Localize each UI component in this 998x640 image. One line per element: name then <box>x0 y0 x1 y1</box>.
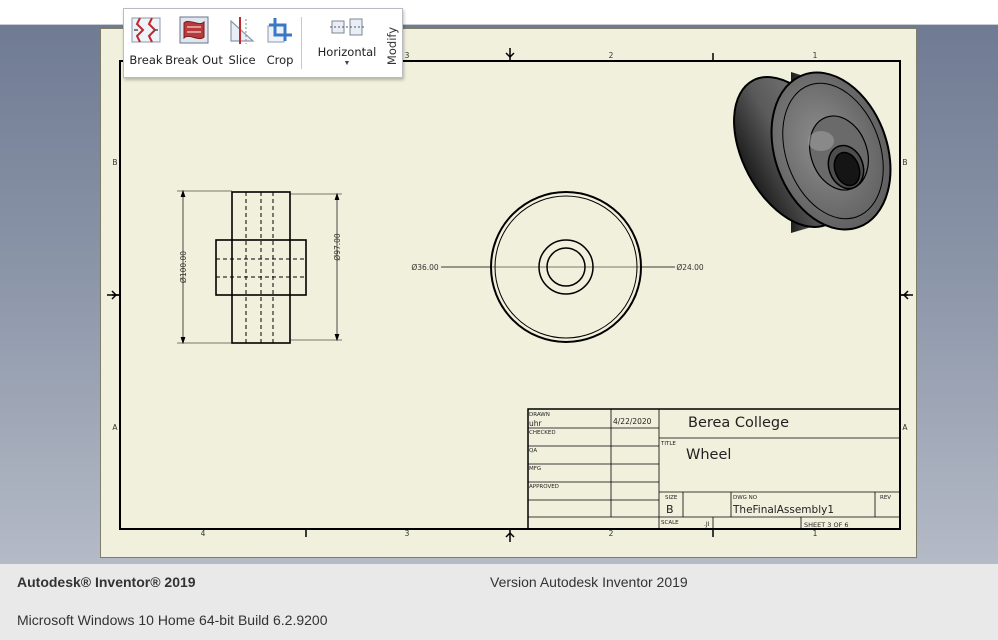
break-icon <box>131 17 161 43</box>
dwg-no-value: TheFinalAssembly1 <box>732 504 834 516</box>
zone-label-bottom: 2 <box>609 529 614 538</box>
front-view[interactable] <box>441 191 675 343</box>
modify-toolbar: Break Break Out Slice Crop Horizontal ▼ … <box>123 8 403 78</box>
os-info: Microsoft Windows 10 Home 64-bit Build 6… <box>17 612 328 628</box>
modify-label: Modify <box>385 26 399 66</box>
zone-row-label: B <box>112 158 117 167</box>
dimension-front-right: Ø24.00 <box>676 263 704 272</box>
zone-label-bottom: 4 <box>201 529 206 538</box>
chevron-down-icon[interactable]: ▼ <box>344 60 351 67</box>
drawing-title: Wheel <box>686 447 731 463</box>
isometric-view[interactable] <box>711 56 912 247</box>
break-out-icon <box>179 16 209 44</box>
zone-row-label: A <box>902 423 908 432</box>
scale-mark: .JI <box>704 521 710 528</box>
drawn-label: DRAWN <box>529 412 550 418</box>
title-label: TITLE <box>660 441 676 447</box>
drawing-svg: 3 2 1 4 3 2 1 B A B A Ø100.00 Ø97.00 Ø36… <box>107 48 913 542</box>
zone-label-bottom: 3 <box>405 529 410 538</box>
break-out-label: Break Out <box>165 53 223 67</box>
drawn-by-value: uhr <box>529 419 543 428</box>
zone-row-label: B <box>902 158 907 167</box>
size-label: SIZE <box>665 495 678 501</box>
crop-label: Crop <box>266 53 294 67</box>
approved-label: APPROVED <box>529 484 559 490</box>
slice-label: Slice <box>228 53 256 67</box>
dimension-side-right: Ø97.00 <box>333 233 342 261</box>
version-text: Version Autodesk Inventor 2019 <box>490 574 688 590</box>
slice-icon <box>230 17 255 44</box>
dwg-no-label: DWG NO <box>733 495 758 501</box>
zone-label-top: 1 <box>813 51 818 60</box>
modify-panel-label: Modify <box>384 19 399 75</box>
crop-button[interactable]: Crop <box>263 15 297 75</box>
drawing-sheet[interactable]: 3 2 1 4 3 2 1 B A B A Ø100.00 Ø97.00 Ø36… <box>100 28 917 558</box>
sheet-number: SHEET 3 OF 6 <box>804 521 849 529</box>
slice-button[interactable]: Slice <box>225 15 259 75</box>
zone-label-bottom: 1 <box>813 529 818 538</box>
about-footer: Autodesk® Inventor® 2019 Version Autodes… <box>0 564 998 640</box>
zone-row-label: A <box>112 423 118 432</box>
horizontal-align-icon <box>330 18 364 36</box>
zone-label-top: 2 <box>609 51 614 60</box>
checked-label: CHECKED <box>529 430 556 436</box>
qa-label: QA <box>529 448 537 454</box>
company-name: Berea College <box>688 415 789 431</box>
mfg-label: MFG <box>529 466 541 472</box>
dimension-front-left: Ø36.00 <box>411 263 439 272</box>
product-name: Autodesk® Inventor® 2019 <box>17 574 196 590</box>
size-value: B <box>666 503 674 516</box>
rev-label: REV <box>880 495 891 501</box>
break-out-button[interactable]: Break Out <box>165 15 223 75</box>
horizontal-align-button[interactable]: Horizontal ▼ <box>314 15 380 75</box>
break-button[interactable]: Break <box>129 15 163 75</box>
crop-icon <box>267 18 292 43</box>
zone-label-top: 3 <box>405 51 410 60</box>
side-view[interactable] <box>177 189 342 345</box>
break-label: Break <box>129 53 163 67</box>
scale-label: SCALE <box>661 520 679 526</box>
toolbar-separator <box>301 17 302 69</box>
dimension-side-left: Ø100.00 <box>179 251 188 283</box>
drawn-date-value: 4/22/2020 <box>613 417 652 426</box>
horizontal-label: Horizontal <box>317 45 377 59</box>
